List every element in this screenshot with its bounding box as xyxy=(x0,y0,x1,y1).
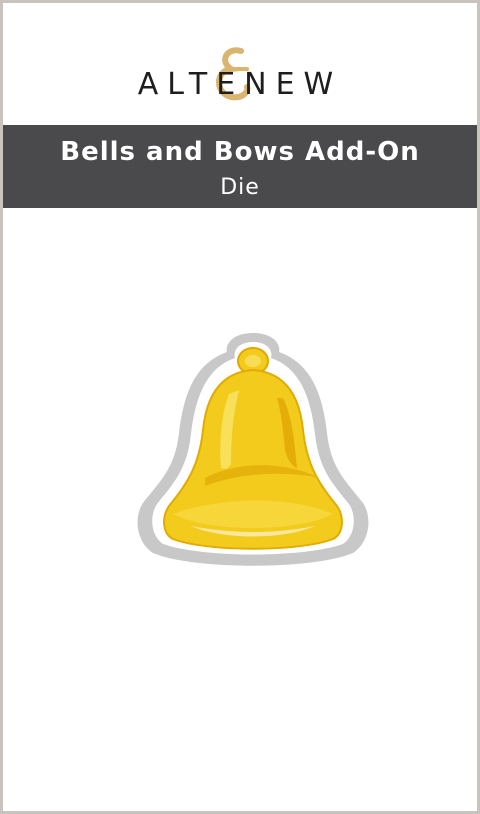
bell-die-illustration xyxy=(137,333,369,566)
product-subtitle: Die xyxy=(220,175,260,200)
product-card: ALTENEW Bells and Bows Add-On Die xyxy=(0,0,480,814)
brand-logo: ALTENEW xyxy=(3,43,477,113)
product-title: Bells and Bows Add-On xyxy=(60,137,420,167)
brand-wordmark: ALTENEW xyxy=(137,67,343,102)
title-banner: Bells and Bows Add-On Die xyxy=(3,125,477,208)
